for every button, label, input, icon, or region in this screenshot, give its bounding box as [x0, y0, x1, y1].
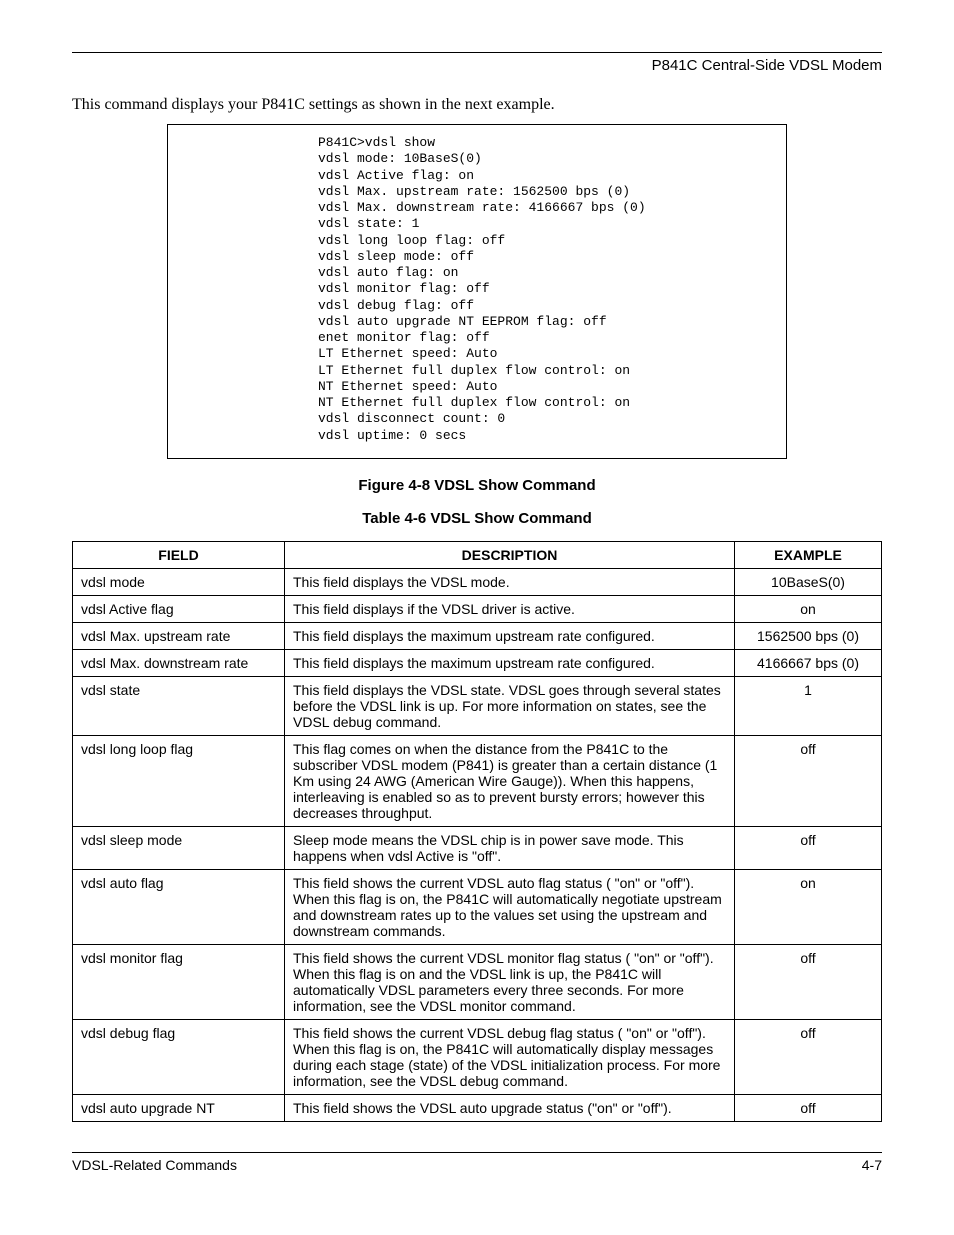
cell-example: on — [735, 595, 882, 622]
cell-description: This field shows the current VDSL debug … — [285, 1019, 735, 1094]
terminal-output: P841C>vdsl show vdsl mode: 10BaseS(0) vd… — [167, 124, 787, 459]
table-row: vdsl Max. downstream rate This field dis… — [73, 649, 882, 676]
table-row: vdsl Active flag This field displays if … — [73, 595, 882, 622]
cell-field: vdsl auto flag — [73, 869, 285, 944]
table-row: vdsl state This field displays the VDSL … — [73, 676, 882, 735]
cell-description: This flag comes on when the distance fro… — [285, 735, 735, 826]
cell-description: This field displays the VDSL mode. — [285, 568, 735, 595]
cell-field: vdsl mode — [73, 568, 285, 595]
cell-example: off — [735, 944, 882, 1019]
table-row: vdsl auto flag This field shows the curr… — [73, 869, 882, 944]
page-footer: VDSL-Related Commands 4-7 — [72, 1152, 882, 1173]
cell-example: on — [735, 869, 882, 944]
vdsl-show-table: FIELD DESCRIPTION EXAMPLE vdsl mode This… — [72, 541, 882, 1122]
footer-left: VDSL-Related Commands — [72, 1157, 237, 1173]
page-header-title: P841C Central-Side VDSL Modem — [72, 57, 882, 74]
table-row: vdsl auto upgrade NT This field shows th… — [73, 1094, 882, 1121]
cell-example: 10BaseS(0) — [735, 568, 882, 595]
cell-example: off — [735, 826, 882, 869]
table-row: vdsl long loop flag This flag comes on w… — [73, 735, 882, 826]
cell-field: vdsl auto upgrade NT — [73, 1094, 285, 1121]
cell-example: off — [735, 1019, 882, 1094]
cell-description: This field displays the maximum upstream… — [285, 649, 735, 676]
figure-caption: Figure 4-8 VDSL Show Command — [72, 477, 882, 494]
cell-example: 4166667 bps (0) — [735, 649, 882, 676]
table-row: vdsl monitor flag This field shows the c… — [73, 944, 882, 1019]
cell-description: This field displays the VDSL state. VDSL… — [285, 676, 735, 735]
header-rule — [72, 52, 882, 53]
intro-paragraph: This command displays your P841C setting… — [72, 96, 882, 114]
footer-right: 4-7 — [862, 1157, 882, 1173]
cell-example: off — [735, 1094, 882, 1121]
cell-field: vdsl monitor flag — [73, 944, 285, 1019]
cell-example: 1562500 bps (0) — [735, 622, 882, 649]
cell-description: This field displays the maximum upstream… — [285, 622, 735, 649]
cell-field: vdsl Max. upstream rate — [73, 622, 285, 649]
cell-example: 1 — [735, 676, 882, 735]
col-header-field: FIELD — [73, 541, 285, 568]
cell-description: This field shows the current VDSL auto f… — [285, 869, 735, 944]
table-caption: Table 4-6 VDSL Show Command — [72, 510, 882, 527]
cell-example: off — [735, 735, 882, 826]
table-row: vdsl sleep mode Sleep mode means the VDS… — [73, 826, 882, 869]
cell-field: vdsl Active flag — [73, 595, 285, 622]
col-header-description: DESCRIPTION — [285, 541, 735, 568]
cell-field: vdsl long loop flag — [73, 735, 285, 826]
table-row: vdsl Max. upstream rate This field displ… — [73, 622, 882, 649]
cell-description: Sleep mode means the VDSL chip is in pow… — [285, 826, 735, 869]
cell-description: This field shows the VDSL auto upgrade s… — [285, 1094, 735, 1121]
cell-field: vdsl sleep mode — [73, 826, 285, 869]
table-row: vdsl debug flag This field shows the cur… — [73, 1019, 882, 1094]
cell-field: vdsl Max. downstream rate — [73, 649, 285, 676]
table-row: vdsl mode This field displays the VDSL m… — [73, 568, 882, 595]
cell-description: This field displays if the VDSL driver i… — [285, 595, 735, 622]
cell-description: This field shows the current VDSL monito… — [285, 944, 735, 1019]
cell-field: vdsl state — [73, 676, 285, 735]
cell-field: vdsl debug flag — [73, 1019, 285, 1094]
col-header-example: EXAMPLE — [735, 541, 882, 568]
table-header-row: FIELD DESCRIPTION EXAMPLE — [73, 541, 882, 568]
